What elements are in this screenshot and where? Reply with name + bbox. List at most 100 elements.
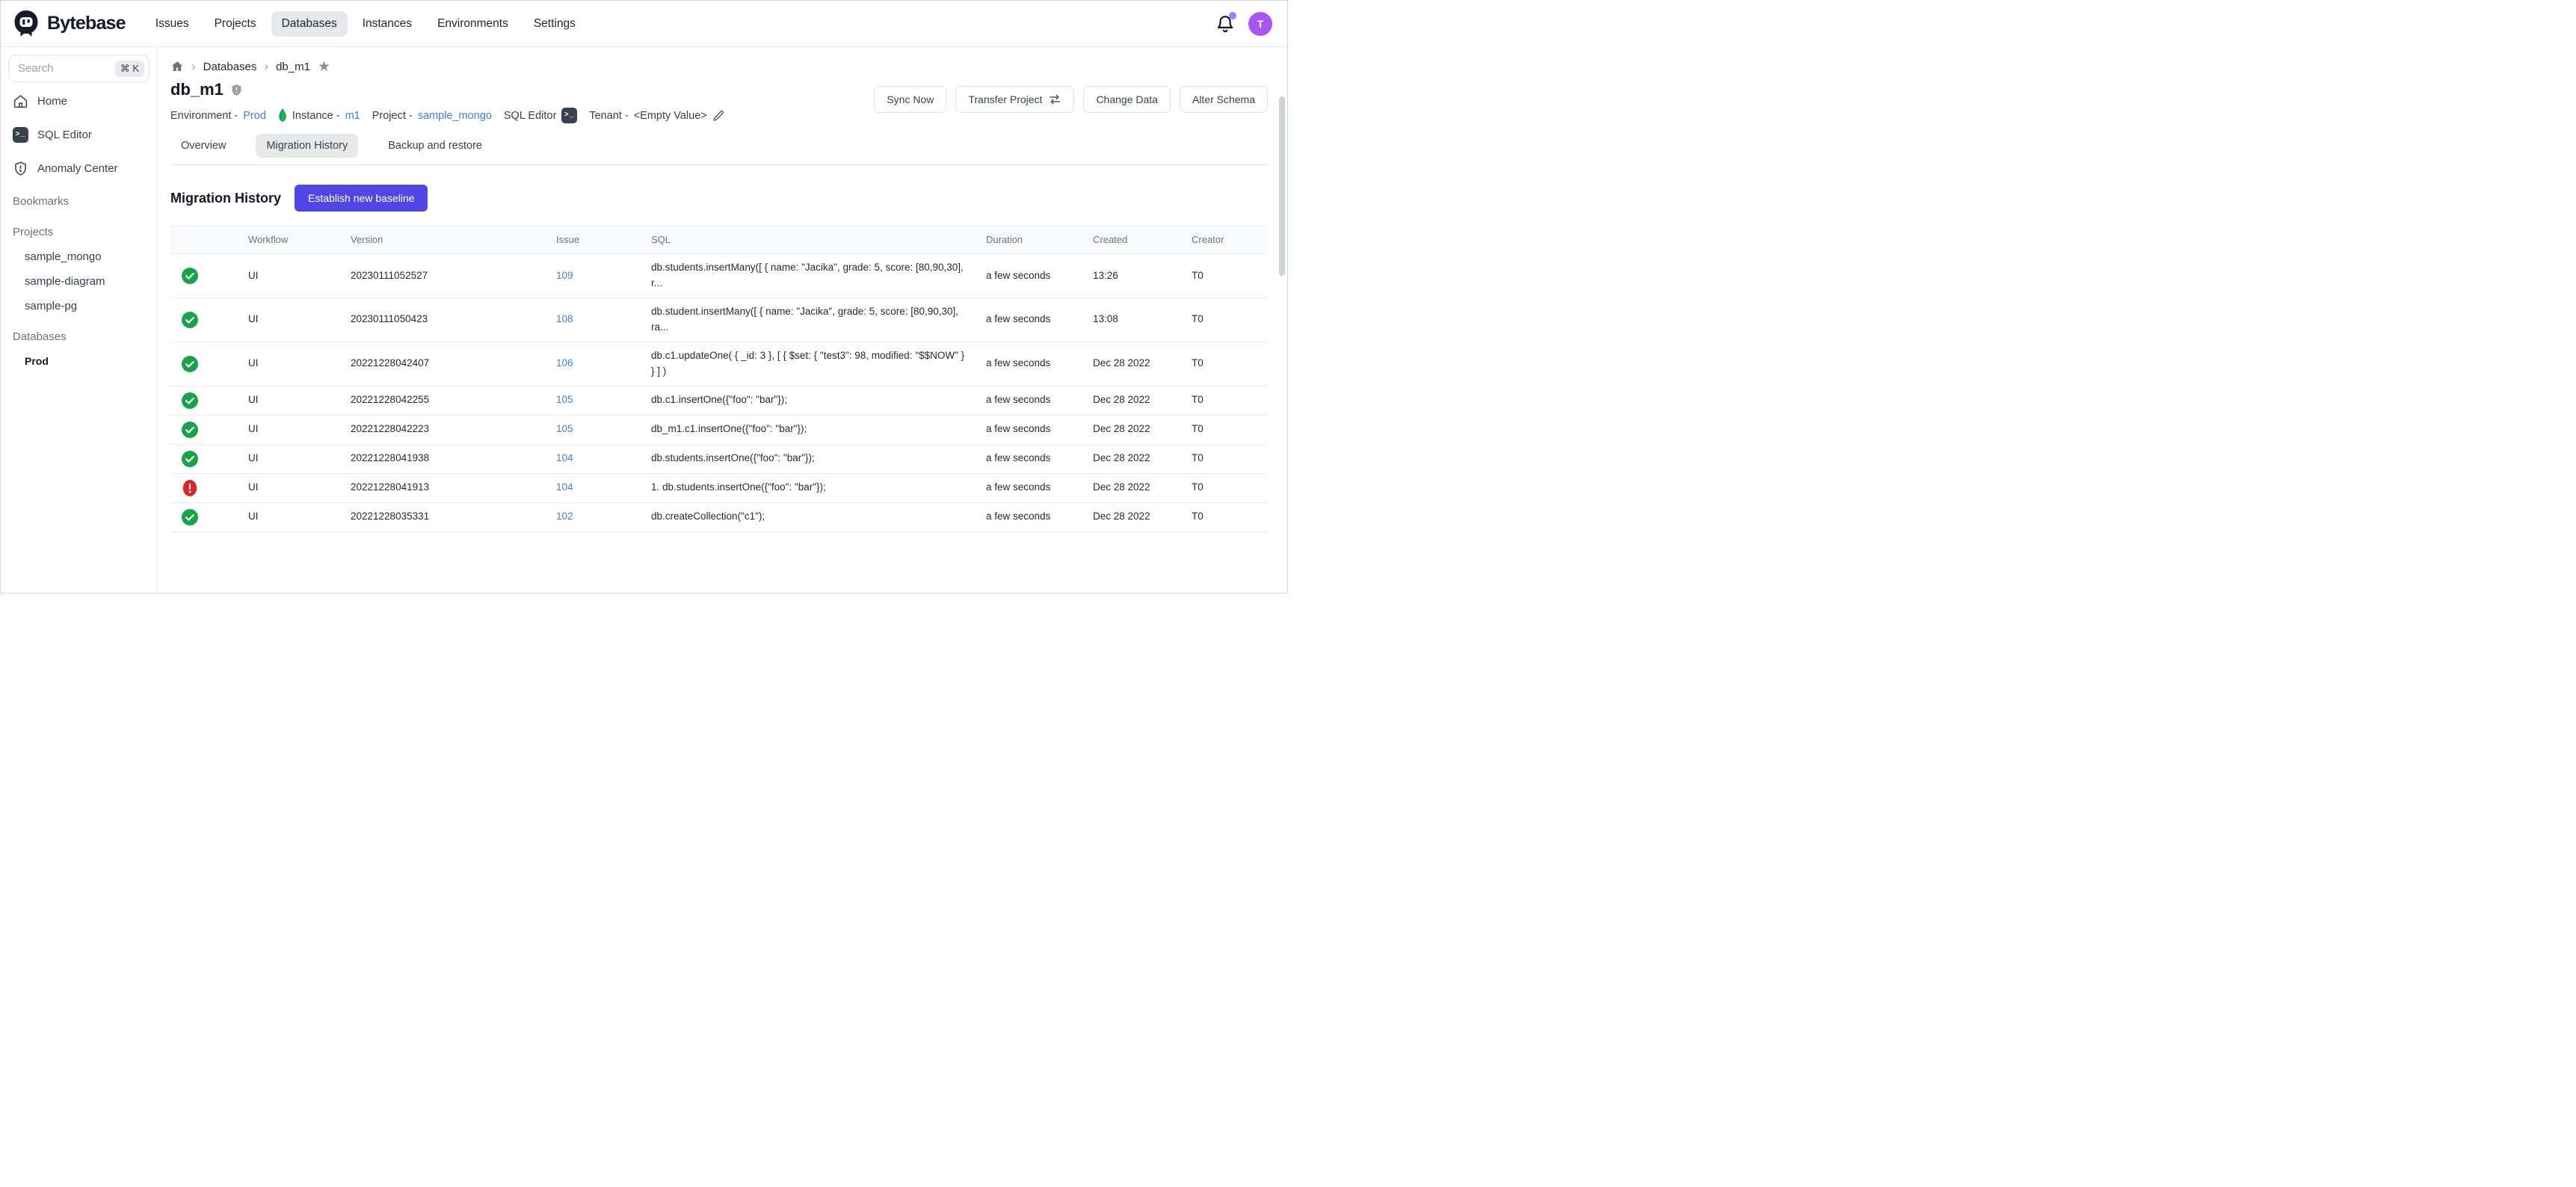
sidebar-project-item[interactable]: sample_mongo [8, 244, 150, 269]
column-workflow: Workflow [242, 226, 345, 253]
establish-baseline-button[interactable]: Establish new baseline [295, 185, 428, 212]
project-label: Project - [372, 110, 413, 122]
cell-duration: a few seconds [980, 445, 1087, 472]
table-row: UI 20221228041938 104 db.students.insert… [170, 445, 1268, 474]
project-link[interactable]: sample_mongo [418, 110, 492, 122]
change-data-button[interactable]: Change Data [1083, 86, 1171, 113]
sidebar-database-item[interactable]: Prod [8, 349, 150, 373]
sidebar-item-label: Anomaly Center [37, 162, 118, 175]
table-row: UI 20230111052527 109 db.students.insert… [170, 254, 1268, 298]
cell-created: Dec 28 2022 [1087, 386, 1186, 414]
bookmark-star-icon[interactable]: ★ [318, 60, 330, 74]
issue-link[interactable]: 108 [556, 313, 573, 324]
search-placeholder: Search [18, 62, 115, 75]
issue-link[interactable]: 106 [556, 357, 573, 369]
migration-history-table: Workflow Version Issue SQL Duration Crea… [170, 226, 1268, 532]
issue-link[interactable]: 104 [556, 481, 573, 493]
cell-creator: T0 [1186, 416, 1268, 443]
shield-alert-icon [13, 161, 28, 176]
sidebar-item-home[interactable]: Home [8, 87, 150, 116]
column-sql: SQL [645, 226, 980, 253]
issue-link[interactable]: 105 [556, 394, 573, 405]
cell-version: 20221228035331 [345, 503, 550, 531]
cell-workflow: UI [242, 474, 345, 502]
edit-tenant-pencil-icon[interactable] [712, 110, 724, 122]
cell-created: 13:08 [1087, 306, 1186, 333]
search-input[interactable]: Search ⌘ K [8, 55, 150, 82]
nav-item[interactable]: Environments [427, 11, 519, 37]
sidebar-section-projects: Projects [8, 220, 150, 244]
tab[interactable]: Backup and restore [378, 134, 493, 158]
cell-sql: db_m1.c1.insertOne({"foo": "bar"}); [645, 416, 980, 443]
table-row: UI 20221228041913 104 1. db.students.ins… [170, 474, 1268, 503]
issue-link[interactable]: 102 [556, 511, 573, 522]
cell-sql: db.c1.updateOne( { _id: 3 }, [ { $set: {… [645, 342, 980, 386]
success-check-icon [182, 312, 198, 328]
nav-item[interactable]: Projects [204, 11, 267, 37]
cell-workflow: UI [242, 350, 345, 377]
sidebar-item-sql-editor[interactable]: >_ SQL Editor [8, 120, 150, 149]
top-navigation-bar: Bytebase Issues Projects Databases Insta… [1, 1, 1287, 47]
notifications-button[interactable] [1215, 14, 1235, 34]
cell-sql: db.c1.insertOne({"foo": "bar"}); [645, 386, 980, 414]
bytebase-logo[interactable]: Bytebase [11, 9, 126, 39]
nav-item[interactable]: Instances [352, 11, 422, 37]
breadcrumb-item-databases[interactable]: Databases [203, 61, 257, 73]
page-actions: Sync Now Transfer Project Change Data Al… [874, 86, 1268, 113]
issue-link[interactable]: 104 [556, 452, 573, 463]
success-check-icon [182, 356, 198, 372]
environment-link[interactable]: Prod [243, 110, 266, 122]
column-duration: Duration [980, 226, 1087, 253]
instance-link[interactable]: m1 [345, 110, 360, 122]
table-row: UI 20230111050423 108 db.student.insertM… [170, 298, 1268, 342]
column-issue: Issue [550, 226, 645, 253]
sidebar-project-item[interactable]: sample-diagram [8, 269, 150, 294]
transfer-arrows-icon [1048, 93, 1061, 105]
issue-link[interactable]: 105 [556, 423, 573, 434]
cell-duration: a few seconds [980, 350, 1087, 377]
tenant-label: Tenant - [589, 110, 628, 122]
cell-duration: a few seconds [980, 416, 1087, 443]
issue-link[interactable]: 109 [556, 270, 573, 281]
cell-version: 20221228042407 [345, 350, 550, 377]
cell-sql: db.createCollection("c1"); [645, 503, 980, 531]
tenant-value: <Empty Value> [634, 110, 707, 122]
table-row: UI 20221228035331 102 db.createCollectio… [170, 503, 1268, 532]
cell-creator: T0 [1186, 386, 1268, 414]
table-body: UI 20230111052527 109 db.students.insert… [170, 254, 1268, 532]
sidebar-item-label: SQL Editor [37, 129, 92, 141]
breadcrumb-item-db-m1[interactable]: db_m1 [276, 61, 310, 73]
alter-schema-button[interactable]: Alter Schema [1180, 86, 1268, 113]
nav-item[interactable]: Issues [145, 11, 200, 37]
cell-sql: db.students.insertMany([ { name: "Jacika… [645, 254, 980, 297]
cell-version: 20230111050423 [345, 306, 550, 333]
column-version: Version [345, 226, 550, 253]
title-shield-icon [230, 83, 243, 97]
user-avatar[interactable]: T [1248, 12, 1272, 36]
sync-now-button[interactable]: Sync Now [874, 86, 946, 113]
tab[interactable]: Migration History [256, 134, 358, 158]
sidebar-projects-list: sample_mongo sample-diagram sample-pg [8, 244, 150, 318]
sql-editor-terminal-icon[interactable]: >_ [561, 108, 577, 123]
cell-version: 20221228042255 [345, 386, 550, 414]
sidebar-databases-list: Prod [8, 349, 150, 373]
sql-editor-label: SQL Editor [504, 110, 556, 122]
search-shortcut-badge: ⌘ K [115, 61, 144, 77]
nav-item[interactable]: Databases [271, 11, 348, 37]
sidebar-project-item[interactable]: sample-pg [8, 294, 150, 318]
cell-workflow: UI [242, 445, 345, 472]
tab[interactable]: Overview [170, 134, 236, 158]
sidebar-section-databases: Databases [8, 324, 150, 349]
cell-version: 20230111052527 [345, 262, 550, 290]
cell-version: 20221228042223 [345, 416, 550, 443]
vertical-scrollbar[interactable] [1279, 96, 1285, 276]
transfer-project-button[interactable]: Transfer Project [955, 86, 1074, 113]
cell-creator: T0 [1186, 503, 1268, 531]
nav-item[interactable]: Settings [523, 11, 586, 37]
breadcrumb-separator: › [191, 59, 196, 74]
database-tabs: Overview Migration History Backup and re… [170, 134, 1268, 165]
environment-label: Environment - [170, 110, 238, 122]
sidebar-item-anomaly-center[interactable]: Anomaly Center [8, 154, 150, 183]
cell-workflow: UI [242, 262, 345, 290]
breadcrumb-home-icon[interactable] [170, 60, 184, 73]
